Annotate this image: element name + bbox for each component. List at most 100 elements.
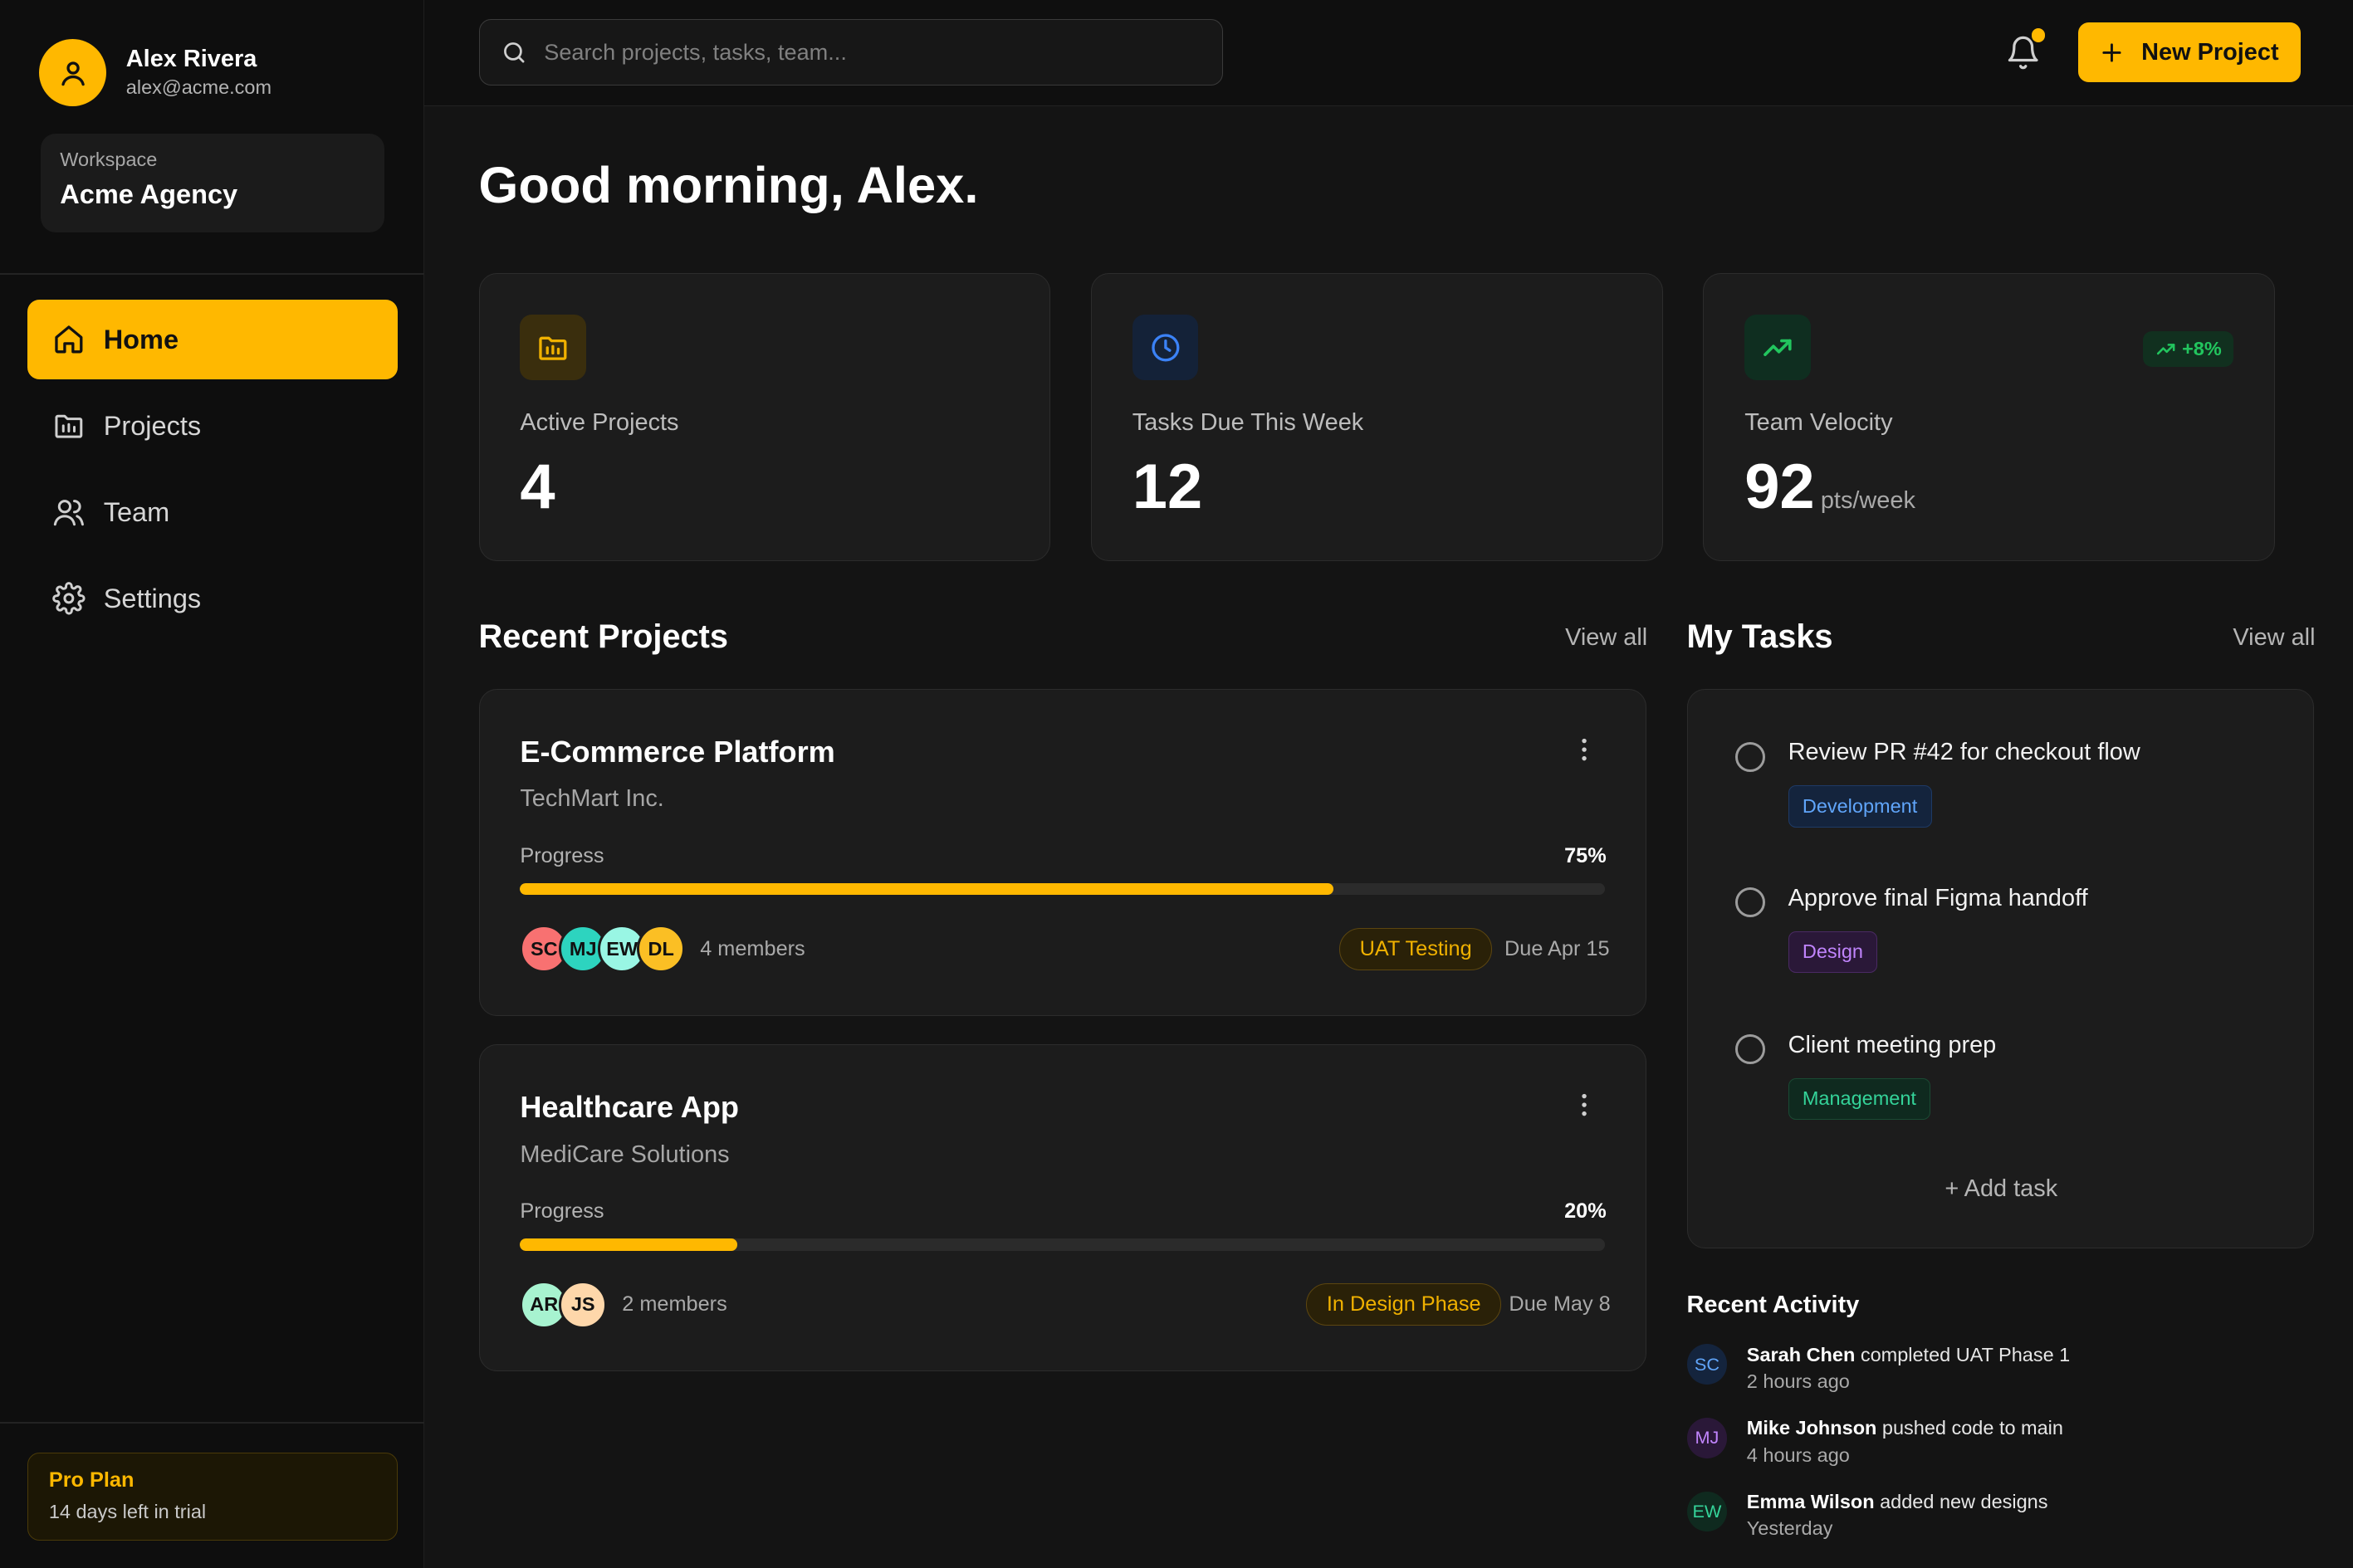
sidebar: Alex Rivera alex@acme.com Workspace Acme… [0,0,425,1568]
recent-projects-title: Recent Projects [478,618,729,655]
progress-value: 75% [1564,843,1607,867]
avatar: MJ [1686,1417,1728,1458]
avatar: SC [1686,1344,1728,1385]
project-name: Healthcare App [520,1090,739,1125]
task-checkbox[interactable] [1735,1034,1766,1065]
stat-value: 92 pts/week [1744,448,1915,540]
plan-title: Pro Plan [48,1468,135,1492]
stat-card-active-projects: Active Projects 4 [478,272,1051,561]
task-title[interactable]: Approve final Figma handoff [1788,885,2088,912]
progress-label: Progress [520,1199,604,1224]
user-icon [61,61,85,85]
search-box[interactable] [478,19,1224,85]
project-card[interactable]: E-Commerce Platform TechMart Inc. Progre… [478,688,1646,1016]
activity-item: SC Sarah Chen completed UAT Phase 1 2 ho… [1686,1341,2317,1401]
workspace-name: Acme Agency [60,179,238,210]
nav-item-label: Home [103,324,179,354]
plan-card[interactable]: Pro Plan 14 days left in trial [27,1452,398,1541]
top-bar: New Project [424,0,2353,107]
progress-fill [520,882,1334,896]
stat-card-tasks-due: Tasks Due This Week 12 [1090,272,1663,561]
stat-icon-box [520,314,586,381]
workspace-label: Workspace [60,149,158,171]
progress-fill [520,1238,737,1251]
member-avatars: SC MJ EW DL 4 members [520,925,805,974]
view-all-projects-link[interactable]: View all [1565,624,1647,652]
more-vertical-icon[interactable] [1569,735,1599,764]
plus-icon [2101,43,2121,62]
due-date: Due May 8 [1509,1292,1611,1316]
task-checkbox[interactable] [1735,741,1766,772]
task-title[interactable]: Client meeting prep [1788,1032,1997,1059]
progress-bar [520,1238,1606,1251]
activity-text: Sarah Chen completed UAT Phase 1 [1747,1341,2070,1369]
add-task-button[interactable]: + Add task [1688,1175,2315,1203]
nav-item-projects[interactable]: Projects [27,386,398,466]
gear-icon [52,582,86,615]
project-name: E-Commerce Platform [520,734,835,769]
activity-user: Sarah Chen [1746,1343,1856,1365]
trending-up-icon [2156,343,2174,354]
stat-label: Tasks Due This Week [1132,408,1364,436]
trend-value: +8% [2182,337,2222,359]
nav-item-home[interactable]: Home [27,300,398,380]
activity-action: added new designs [1880,1490,2048,1512]
trending-up-icon [1764,339,1792,356]
stat-icon-box [1744,314,1811,381]
stat-value: 4 [520,448,555,526]
task-tag: Management [1788,1077,1931,1121]
activity-item: EW Emma Wilson added new designs Yesterd… [1686,1488,2317,1548]
stat-unit: pts/week [1820,486,1915,514]
status-badge: UAT Testing [1339,927,1493,970]
members-count: 2 members [622,1292,727,1316]
stat-icon-box [1132,314,1199,381]
activity-time: Yesterday [1746,1517,1833,1540]
more-vertical-icon[interactable] [1569,1090,1599,1120]
trend-badge: +8% [2143,330,2234,367]
view-all-tasks-link[interactable]: View all [2233,624,2315,652]
nav-item-label: Settings [103,583,202,613]
stat-card-team-velocity: +8% Team Velocity 92 pts/week [1703,272,2275,561]
avatar [38,38,107,107]
user-name: Alex Rivera [125,46,257,73]
activity-text: Mike Johnson pushed code to main [1747,1414,2063,1442]
activity-user: Emma Wilson [1746,1490,1875,1512]
workspace-switcher[interactable]: Workspace Acme Agency [40,133,384,233]
search-icon [503,42,525,63]
activity-action: pushed code to main [1881,1417,2063,1439]
task-title[interactable]: Review PR #42 for checkout flow [1788,739,2140,766]
avatar: EW [1686,1491,1728,1532]
due-date: Due Apr 15 [1504,936,1610,960]
recent-activity-title: Recent Activity [1686,1292,1860,1319]
task-checkbox[interactable] [1735,887,1766,918]
stat-label: Active Projects [520,408,679,436]
activity-text: Emma Wilson added new designs [1747,1488,2048,1516]
member-avatars: AR JS 2 members [520,1280,727,1329]
search-input[interactable] [544,39,1190,66]
activity-time: 2 hours ago [1746,1370,1850,1393]
avatar[interactable]: JS [559,1280,608,1329]
users-icon [54,500,85,526]
folder-icon [55,415,83,439]
stat-number: 4 [520,451,555,522]
members-count: 4 members [700,936,805,960]
stat-number: 92 [1744,451,1815,522]
activity-item: MJ Mike Johnson pushed code to main 4 ho… [1686,1414,2317,1474]
progress-label: Progress [520,843,604,867]
page-title: Good morning, Alex. [478,156,979,214]
tasks-panel: Review PR #42 for checkout flow Developm… [1686,688,2315,1248]
clock-icon [1151,333,1180,362]
stat-value: 12 [1132,448,1202,526]
user-profile[interactable]: Alex Rivera alex@acme.com [38,38,272,107]
main-nav: Home Projects Team Settings [27,300,398,645]
activity-user: Mike Johnson [1746,1417,1877,1439]
nav-item-label: Projects [103,410,202,441]
project-card[interactable]: Healthcare App MediCare Solutions Progre… [478,1043,1646,1371]
new-project-label: New Project [2141,38,2279,66]
progress-bar [520,882,1606,896]
project-client: TechMart Inc. [520,785,664,813]
nav-item-settings[interactable]: Settings [27,559,398,638]
avatar[interactable]: DL [637,925,686,974]
nav-item-team[interactable]: Team [27,472,398,552]
new-project-button[interactable]: New Project [2078,22,2301,83]
